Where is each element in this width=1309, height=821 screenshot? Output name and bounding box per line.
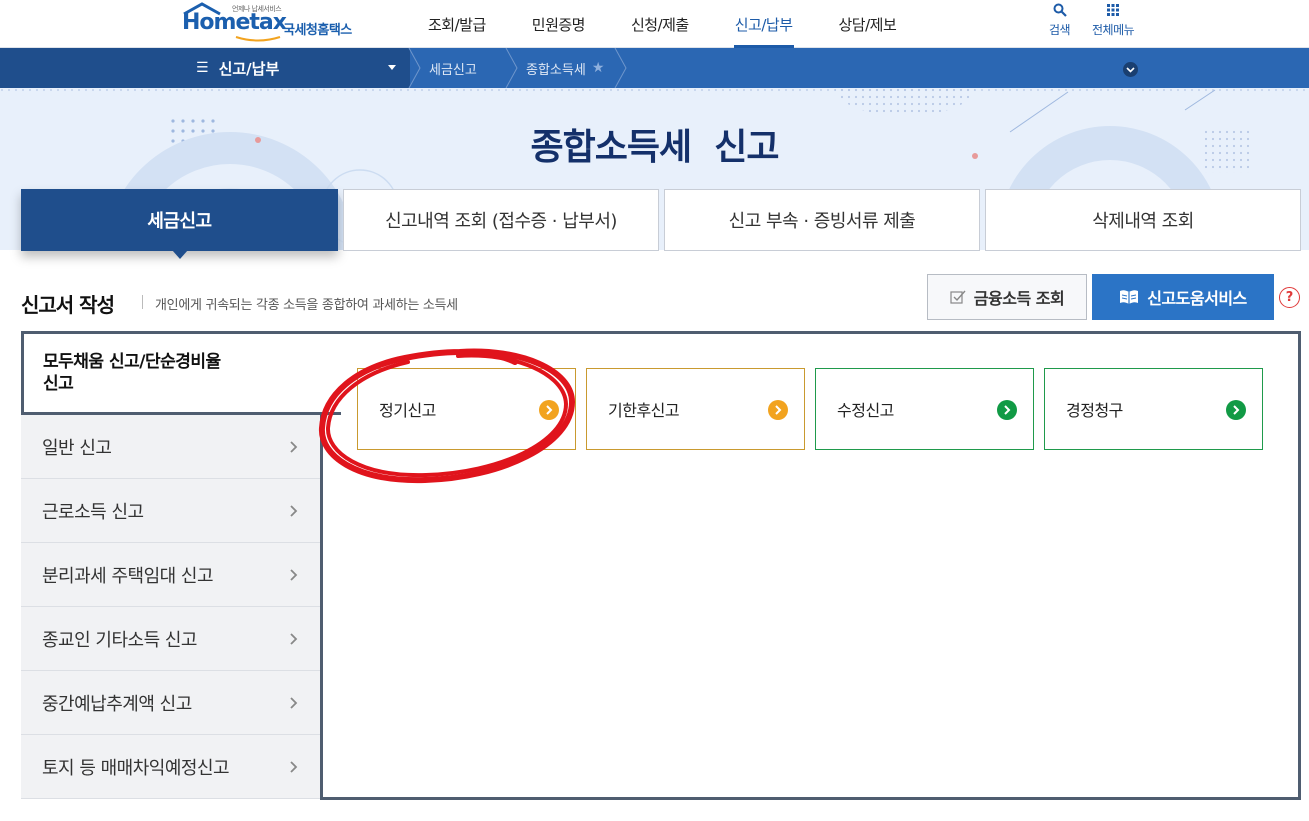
menu-item-housing-rental[interactable]: 분리과세 주택임대 신고 [21, 543, 320, 607]
all-menu-label: 전체메뉴 [1092, 23, 1135, 37]
logo-org-name: 국세청홈택스 [283, 23, 352, 38]
menu-item-land-sale-gain[interactable]: 토지 등 매매차익예정신고 [21, 735, 320, 799]
logo-wordmark: Hometax [182, 10, 287, 35]
financial-income-inquiry-label: 금융소득 조회 [973, 289, 1065, 308]
location-menu-label: 신고/납부 [218, 59, 280, 78]
breadcrumb-separator-icon [408, 48, 421, 88]
filing-help-service-button[interactable]: 신고도움서비스 [1092, 274, 1274, 320]
collapse-toggle-button[interactable] [1123, 62, 1138, 77]
search-button[interactable]: 검색 [1049, 3, 1071, 38]
filing-help-service-label: 신고도움서비스 [1147, 289, 1247, 308]
arrow-right-circle-icon [768, 400, 788, 420]
regular-filing-label: 정기신고 [379, 401, 436, 420]
tab-tax-filing[interactable]: 세금신고 [21, 189, 338, 259]
financial-income-inquiry-button[interactable]: 금융소득 조회 [927, 274, 1087, 320]
menu-item-earned-income[interactable]: 근로소득 신고 [21, 479, 320, 543]
hamburger-icon: ☰ [196, 60, 209, 76]
menu-item-interim-prepayment[interactable]: 중간예납추계액 신고 [21, 671, 320, 735]
section-description: 개인에게 귀속되는 각종 소득을 종합하여 과세하는 소득세 [155, 298, 458, 313]
chevron-right-icon [290, 633, 298, 645]
amended-filing-button[interactable]: 수정신고 [815, 368, 1034, 450]
question-help-icon[interactable]: ? [1279, 287, 1300, 308]
chevron-right-icon [290, 697, 298, 709]
book-icon [1120, 290, 1139, 304]
breadcrumb-global-income-tax[interactable]: 종합소득세 ★ [526, 48, 604, 88]
section-divider [142, 295, 143, 309]
location-menu-dropdown[interactable]: ☰ 신고/납부 [182, 48, 410, 88]
breadcrumb-separator-icon [614, 48, 627, 88]
logo-swoosh-icon [235, 36, 281, 42]
menu-item-prefilled-simple-expense[interactable]: 모두채움 신고/단순경비율 신고 [21, 331, 341, 415]
page-title: 종합소득세 신고 [530, 127, 780, 168]
tab-filing-history[interactable]: 신고내역 조회 (접수증 · 납부서) [343, 189, 659, 251]
breadcrumb-separator-icon [505, 48, 518, 88]
menu-item-general-filing[interactable]: 일반 신고 [21, 415, 320, 479]
hometax-logo[interactable]: 언제나 납세서비스 Hometax 국세청홈택스 [180, 2, 370, 46]
arrow-right-circle-icon [539, 400, 559, 420]
location-bar: ☰ 신고/납부 세금신고 종합소득세 ★ [0, 48, 1309, 88]
caret-down-icon [388, 65, 396, 70]
late-filing-label: 기한후신고 [608, 401, 680, 420]
regular-filing-button[interactable]: 정기신고 [357, 368, 576, 450]
gnb-item-certificates[interactable]: 민원증명 [509, 0, 608, 48]
chevron-right-icon [290, 569, 298, 581]
correction-claim-label: 경정청구 [1066, 401, 1123, 420]
grid-menu-icon [1107, 4, 1120, 16]
global-header: 언제나 납세서비스 Hometax 국세청홈택스 조회/발급 민원증명 신청/제… [0, 0, 1309, 48]
gnb-item-inquiry[interactable]: 조회/발급 [405, 0, 509, 48]
search-icon [1053, 3, 1067, 17]
chevron-right-icon [290, 441, 298, 453]
chevron-right-icon [290, 505, 298, 517]
arrow-right-circle-icon [997, 400, 1017, 420]
favorite-star-icon[interactable]: ★ [592, 60, 605, 76]
tab-deleted-history[interactable]: 삭제내역 조회 [985, 189, 1301, 251]
arrow-right-circle-icon [1226, 400, 1246, 420]
global-nav: 조회/발급 민원증명 신청/제출 신고/납부 상담/제보 [405, 0, 919, 48]
gnb-item-consultation[interactable]: 상담/제보 [816, 0, 920, 48]
menu-item-religious-other-income[interactable]: 종교인 기타소득 신고 [21, 607, 320, 671]
correction-claim-button[interactable]: 경정청구 [1044, 368, 1263, 450]
all-menu-button[interactable]: 전체메뉴 [1092, 3, 1135, 38]
checkbox-edit-icon [950, 290, 966, 304]
gnb-item-filing-payment[interactable]: 신고/납부 [712, 0, 816, 48]
section-title: 신고서 작성 [21, 293, 115, 317]
chevron-right-icon [290, 761, 298, 773]
late-filing-button[interactable]: 기한후신고 [586, 368, 805, 450]
gnb-item-application[interactable]: 신청/제출 [608, 0, 712, 48]
amended-filing-label: 수정신고 [837, 401, 894, 420]
chevron-down-icon [1126, 66, 1135, 73]
breadcrumb-tax-filing[interactable]: 세금신고 [429, 48, 477, 88]
search-label: 검색 [1049, 23, 1071, 37]
tab-document-submission[interactable]: 신고 부속 · 증빙서류 제출 [664, 189, 980, 251]
